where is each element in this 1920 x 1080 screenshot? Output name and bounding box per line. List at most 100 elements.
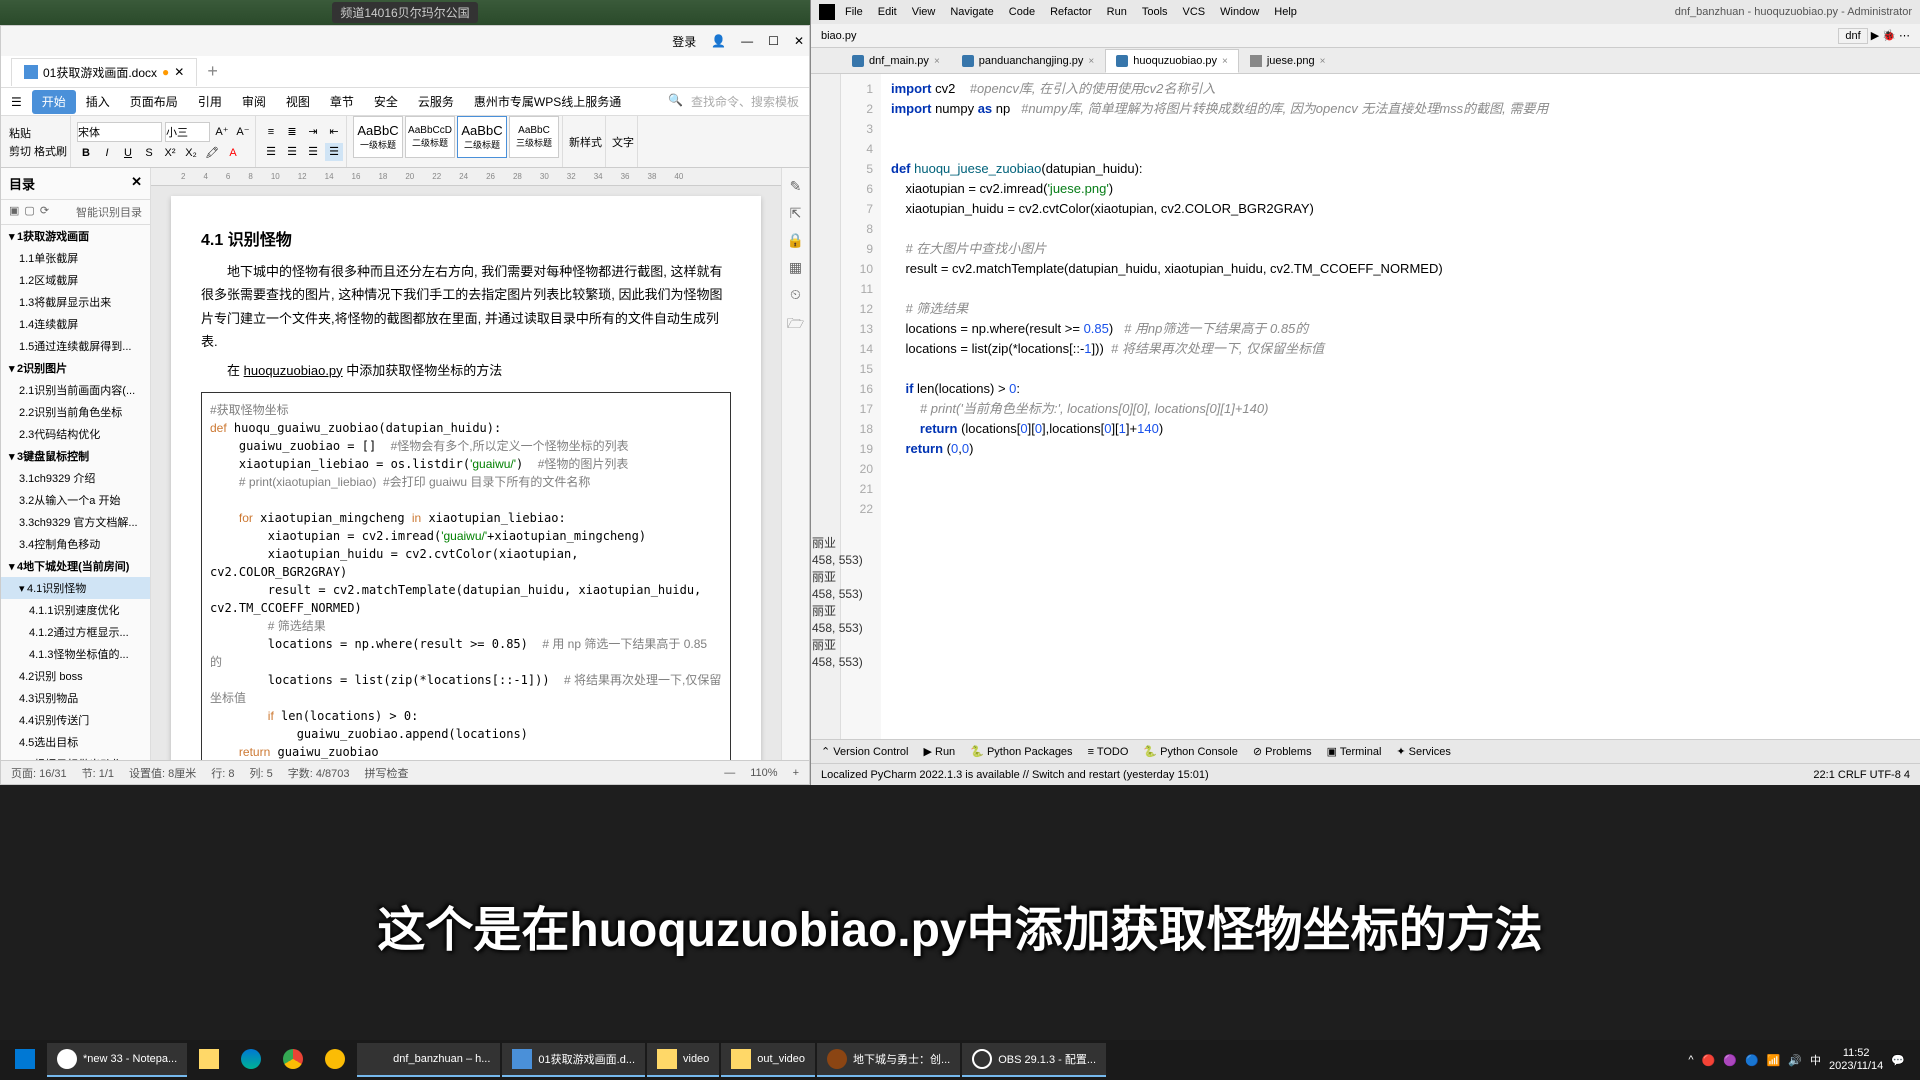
tool-tab[interactable]: ⌃ Version Control <box>821 745 908 758</box>
minimize-icon[interactable]: — <box>741 34 753 48</box>
menu-vcs[interactable]: VCS <box>1177 4 1212 20</box>
tray-app-icon[interactable]: 🔵 <box>1745 1054 1759 1067</box>
toc-item[interactable]: 4.3识别物品 <box>1 687 150 709</box>
tool-tab[interactable]: ✦ Services <box>1396 745 1450 758</box>
toc-item[interactable]: 1.2区域截屏 <box>1 269 150 291</box>
run-config[interactable]: dnf <box>1838 28 1867 44</box>
folder-icon[interactable]: 🗁 <box>787 313 804 337</box>
tool-tab[interactable]: ⊘ Problems <box>1253 745 1312 758</box>
lock-icon[interactable]: 🔒 <box>787 232 804 249</box>
menu-edit[interactable]: Edit <box>872 4 903 20</box>
paste-button[interactable]: 粘贴 <box>9 125 67 141</box>
edit-icon[interactable]: ✎ <box>790 178 802 195</box>
taskbar-item[interactable] <box>231 1043 271 1077</box>
tray-clock[interactable]: 11:52 2023/11/14 <box>1829 1047 1883 1073</box>
tab-close-icon[interactable]: ✕ <box>174 65 184 79</box>
toc-item[interactable]: 2.1识别当前画面内容(... <box>1 379 150 401</box>
cut-button[interactable]: 剪切 <box>9 143 31 159</box>
toc-item[interactable]: ▾4地下城处理(当前房间) <box>1 555 150 577</box>
editor-tab[interactable]: huoquzuobiao.py × <box>1105 49 1239 73</box>
editor-tab[interactable]: juese.png × <box>1239 49 1337 73</box>
editor-tab[interactable]: dnf_main.py × <box>841 49 951 73</box>
toc-item[interactable]: 4.1.3怪物坐标值的... <box>1 643 150 665</box>
menu-code[interactable]: Code <box>1003 4 1041 20</box>
align-right-icon[interactable]: ☰ <box>304 143 322 161</box>
search-icon[interactable]: 🔍 <box>668 93 683 110</box>
ribbon-tab-4[interactable]: 审阅 <box>232 90 276 114</box>
toc-item[interactable]: ▾2识别图片 <box>1 357 150 379</box>
taskbar-item[interactable] <box>5 1043 45 1077</box>
toc-smart[interactable]: 智能识别目录 <box>76 204 142 220</box>
underline-button[interactable]: U <box>119 144 137 162</box>
toc-item[interactable]: 1.3将截屏显示出来 <box>1 291 150 313</box>
tray-app-icon[interactable]: 🟣 <box>1723 1054 1737 1067</box>
new-style-button[interactable]: 新样式 <box>569 134 602 150</box>
tool-tab[interactable]: 🐍 Python Console <box>1143 745 1237 758</box>
toc-item[interactable]: 4.1.2通过方框显示... <box>1 621 150 643</box>
taskbar-item[interactable] <box>315 1043 355 1077</box>
style-h2b[interactable]: AaBbC二级标题 <box>457 116 507 158</box>
status-spell[interactable]: 拼写检查 <box>365 765 409 781</box>
italic-button[interactable]: I <box>98 144 116 162</box>
tray-ime-icon[interactable]: 中 <box>1810 1052 1821 1068</box>
outdent-icon[interactable]: ⇤ <box>325 123 343 141</box>
toc-item[interactable]: 3.4控制角色移动 <box>1 533 150 555</box>
font-select[interactable] <box>77 122 162 142</box>
menu-refactor[interactable]: Refactor <box>1044 4 1098 20</box>
menu-help[interactable]: Help <box>1268 4 1303 20</box>
style-h2a[interactable]: AaBbCcD二级标题 <box>405 116 455 158</box>
ribbon-tab-1[interactable]: 插入 <box>76 90 120 114</box>
toc-item[interactable]: 1.1单张截屏 <box>1 247 150 269</box>
toc-item[interactable]: ▾3键盘鼠标控制 <box>1 445 150 467</box>
history-icon[interactable]: ⏲ <box>790 286 801 303</box>
tray-volume-icon[interactable]: 🔊 <box>1788 1054 1802 1067</box>
taskbar-item[interactable]: *new 33 - Notepa... <box>47 1043 187 1077</box>
bold-button[interactable]: B <box>77 144 95 162</box>
close-icon[interactable]: ✕ <box>794 34 804 48</box>
toc-item[interactable]: 2.3代码结构优化 <box>1 423 150 445</box>
ribbon-tab[interactable]: ☰ <box>1 90 32 114</box>
tool-tab[interactable]: ▣ Terminal <box>1327 745 1382 758</box>
toc-item[interactable]: ▾4.1识别怪物 <box>1 577 150 599</box>
code-area[interactable]: import cv2 #opencv库, 在引入的使用使用cv2名称引入 imp… <box>881 74 1920 739</box>
toc-item[interactable]: 3.3ch9329 官方文档解... <box>1 511 150 533</box>
style-h3[interactable]: AaBbC三级标题 <box>509 116 559 158</box>
menu-file[interactable]: File <box>839 4 869 20</box>
tray-notify-icon[interactable]: 💬 <box>1891 1054 1905 1067</box>
ribbon-tab-6[interactable]: 章节 <box>320 90 364 114</box>
align-center-icon[interactable]: ☰ <box>283 143 301 161</box>
toc-item[interactable]: 3.1ch9329 介绍 <box>1 467 150 489</box>
toc-expand-icon[interactable]: ▣ <box>9 204 19 220</box>
taskbar-item[interactable] <box>189 1043 229 1077</box>
sub-button[interactable]: X₂ <box>182 144 200 162</box>
taskbar-item[interactable]: OBS 29.1.3 - 配置... <box>962 1043 1106 1077</box>
search-box[interactable]: 查找命令、搜索模板 <box>691 93 799 110</box>
toc-item[interactable]: 4.4识别传送门 <box>1 709 150 731</box>
taskbar-item[interactable]: 地下城与勇士：创... <box>817 1043 960 1077</box>
menu-navigate[interactable]: Navigate <box>944 4 999 20</box>
breadcrumb[interactable]: biao.py <box>821 30 856 42</box>
wps-doc-tab[interactable]: 01获取游戏画面.docx ● ✕ <box>11 58 197 86</box>
toc-refresh-icon[interactable]: ⟳ <box>40 204 49 220</box>
layout-icon[interactable]: ▦ <box>789 259 802 276</box>
menu-view[interactable]: View <box>906 4 942 20</box>
zoom-out-icon[interactable]: — <box>724 767 735 779</box>
toc-collapse-icon[interactable]: ▢ <box>24 204 34 220</box>
font-color-button[interactable]: A <box>224 144 242 162</box>
tool-tab[interactable]: ≡ TODO <box>1088 746 1129 758</box>
toc-item[interactable]: 4.6根据目标做出动作 <box>1 753 150 760</box>
toc-item[interactable]: 1.5通过连续截屏得到... <box>1 335 150 357</box>
login-button[interactable]: 登录 <box>672 33 696 50</box>
ribbon-tab-2[interactable]: 页面布局 <box>120 90 188 114</box>
text-tool-button[interactable]: 文字 <box>612 134 634 150</box>
dec-font-icon[interactable]: A⁻ <box>234 123 252 141</box>
taskbar-item[interactable]: video <box>647 1043 719 1077</box>
ribbon-tab-9[interactable]: 惠州市专属WPS线上服务通 <box>464 90 631 114</box>
menu-tools[interactable]: Tools <box>1136 4 1174 20</box>
bullet-list-icon[interactable]: ≡ <box>262 123 280 141</box>
add-tab-button[interactable]: + <box>207 61 218 82</box>
ribbon-tab-8[interactable]: 云服务 <box>408 90 464 114</box>
highlight-button[interactable]: 🖍 <box>203 144 221 162</box>
toc-item[interactable]: 2.2识别当前角色坐标 <box>1 401 150 423</box>
taskbar-item[interactable]: dnf_banzhuan – h... <box>357 1043 500 1077</box>
